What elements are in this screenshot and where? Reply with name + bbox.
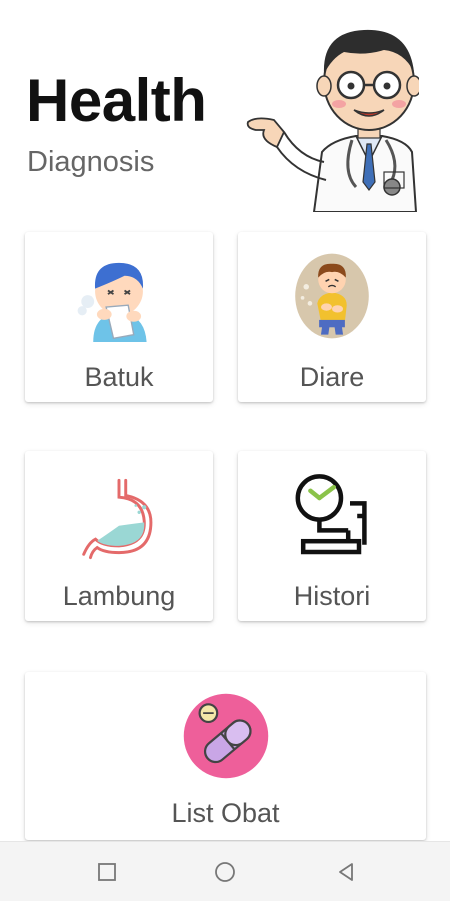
menu-card-histori[interactable]: Histori [238,451,426,621]
menu-card-batuk[interactable]: Batuk [25,232,213,402]
system-navbar [0,841,450,901]
home-icon[interactable] [213,860,237,884]
menu-label: Diare [299,362,365,392]
coughing-person-icon [77,262,147,342]
menu-card-lambung[interactable]: Lambung [25,451,213,621]
pill-icon [183,693,268,779]
recent-apps-icon[interactable] [95,860,119,884]
app-title: Health [26,67,207,134]
stomachache-child-icon [295,253,369,339]
app-subtitle: Diagnosis [27,146,155,178]
menu-label: Histori [293,581,371,611]
menu-label: Lambung [62,581,176,611]
back-icon[interactable] [334,860,358,884]
clock-stand-icon [295,474,367,555]
stomach-icon [82,478,153,560]
menu-card-diare[interactable]: Diare [238,232,426,402]
doctor-illustration [246,29,419,212]
menu-label: Batuk [84,362,154,392]
menu-label: List Obat [171,798,280,828]
header: Health Diagnosis [0,0,450,215]
menu-card-list-obat[interactable]: List Obat [25,672,426,840]
